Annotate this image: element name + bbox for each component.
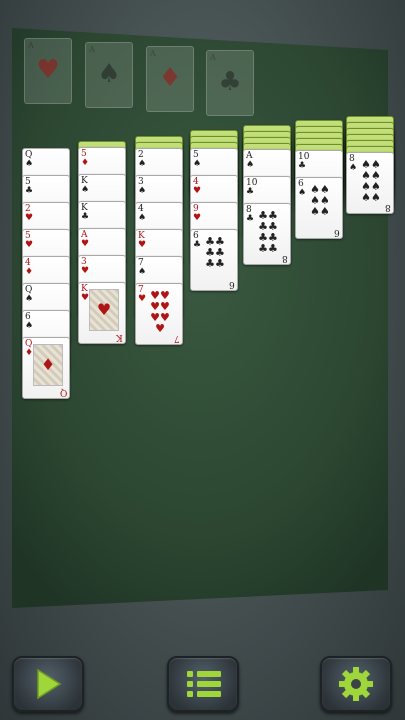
card-suit-icon: ♥ <box>81 293 90 303</box>
playing-card[interactable]: 7 ♥ ♥♥ ♥♥ ♥♥ ♥ 7 <box>135 283 183 345</box>
court-card-face-icon: ♦ <box>33 344 63 386</box>
card-pips-icon: ♠♠ ♠♠ ♠♠ ♠♠ <box>361 158 381 204</box>
card-suit-icon: ♦ <box>81 158 90 168</box>
card-suit-icon: ♦ <box>25 267 34 277</box>
menu-list-icon <box>187 671 221 697</box>
card-rank-bottom: K <box>116 332 123 342</box>
foundation-slot[interactable]: A ♣ <box>206 50 254 116</box>
card-suit-icon: ♠ <box>246 160 255 170</box>
foundation-slot[interactable]: A ♠ <box>85 42 133 108</box>
card-suit-icon: ♠ <box>81 185 90 195</box>
foundation-rank: A <box>150 49 156 58</box>
card-suit-icon: ♥ <box>25 240 34 250</box>
card-suit-icon: ♦ <box>25 348 34 358</box>
playing-card[interactable]: 8 ♠ ♠♠ ♠♠ ♠♠ ♠♠ 8 <box>346 152 394 214</box>
card-suit-icon: ♠ <box>193 159 202 169</box>
card-pips-icon: ♣♣ ♣♣ ♣♣ <box>205 235 225 270</box>
card-pips-icon: ♠♠ ♠♠ ♠♠ <box>310 183 330 218</box>
play-icon <box>37 668 62 700</box>
card-suit-icon: ♠ <box>25 321 34 331</box>
card-suit-icon: ♠ <box>138 267 147 277</box>
card-suit-icon: ♠ <box>25 159 34 169</box>
playing-card[interactable]: K ♥ ♥ K <box>78 282 126 344</box>
menu-button[interactable] <box>167 656 239 712</box>
settings-button[interactable] <box>320 656 392 712</box>
card-pips-icon: ♣♣ ♣♣ ♣♣ ♣♣ <box>258 209 278 255</box>
card-suit-icon: ♥ <box>81 266 90 276</box>
card-rank-bottom: Q <box>59 387 67 397</box>
card-rank-bottom: 7 <box>174 333 180 343</box>
card-suit-icon: ♣ <box>246 214 255 224</box>
playing-card[interactable]: Q ♦ ♦ Q <box>22 337 70 399</box>
card-suit-icon: ♥ <box>25 213 34 223</box>
card-suit-icon: ♣ <box>25 186 34 196</box>
court-card-face-icon: ♥ <box>89 289 119 331</box>
foundation-rank: A <box>89 45 95 54</box>
playing-card[interactable]: 8 ♣ ♣♣ ♣♣ ♣♣ ♣♣ 8 <box>243 203 291 265</box>
card-rank-bottom: 8 <box>282 253 288 263</box>
card-suit-icon: ♠ <box>138 159 147 169</box>
gear-icon <box>339 667 373 701</box>
foundation-rank: A <box>210 53 216 62</box>
card-suit-icon: ♣ <box>193 240 202 250</box>
foundation-slot[interactable]: A ♥ <box>24 38 72 104</box>
card-pips-icon: ♥♥ ♥♥ ♥♥ ♥ <box>150 289 170 335</box>
foundation-suit-icon: ♥ <box>36 55 60 85</box>
foundation-slot[interactable]: A ♦ <box>146 46 194 112</box>
card-rank-bottom: 6 <box>334 227 340 237</box>
card-suit-icon: ♣ <box>298 161 307 171</box>
card-suit-icon: ♠ <box>349 163 358 173</box>
card-suit-icon: ♥ <box>138 240 147 250</box>
card-suit-icon: ♠ <box>25 294 34 304</box>
card-rank-bottom: 6 <box>229 279 235 289</box>
card-rank-bottom: 8 <box>385 202 391 212</box>
foundation-rank: A <box>28 41 34 50</box>
playing-card[interactable]: 6 ♠ ♠♠ ♠♠ ♠♠ 6 <box>295 177 343 239</box>
card-suit-icon: ♥ <box>193 186 202 196</box>
card-suit-icon: ♠ <box>138 213 147 223</box>
card-suit-icon: ♥ <box>193 213 202 223</box>
game-table: A ♥ A ♠ A ♦ A ♣ Q ♠ 5 ♣ 2 ♥ 5 ♥ 4 ♦ Q ♠ 6 ♠ Q ♦ ♦ Q 5 ♦ K ♠ K ♣ A ♥ 3 ♥ K ♥ ♥… <box>0 0 405 720</box>
foundation-suit-icon: ♦ <box>158 63 182 93</box>
card-suit-icon: ♣ <box>81 212 90 222</box>
card-suit-icon: ♣ <box>246 187 255 197</box>
playing-card[interactable]: 6 ♣ ♣♣ ♣♣ ♣♣ 6 <box>190 229 238 291</box>
card-suit-icon: ♠ <box>298 188 307 198</box>
play-button[interactable] <box>12 656 84 712</box>
foundation-suit-icon: ♠ <box>97 59 121 89</box>
card-suit-icon: ♥ <box>81 239 90 249</box>
card-suit-icon: ♥ <box>138 294 147 304</box>
card-suit-icon: ♠ <box>138 186 147 196</box>
foundation-suit-icon: ♣ <box>218 67 242 97</box>
